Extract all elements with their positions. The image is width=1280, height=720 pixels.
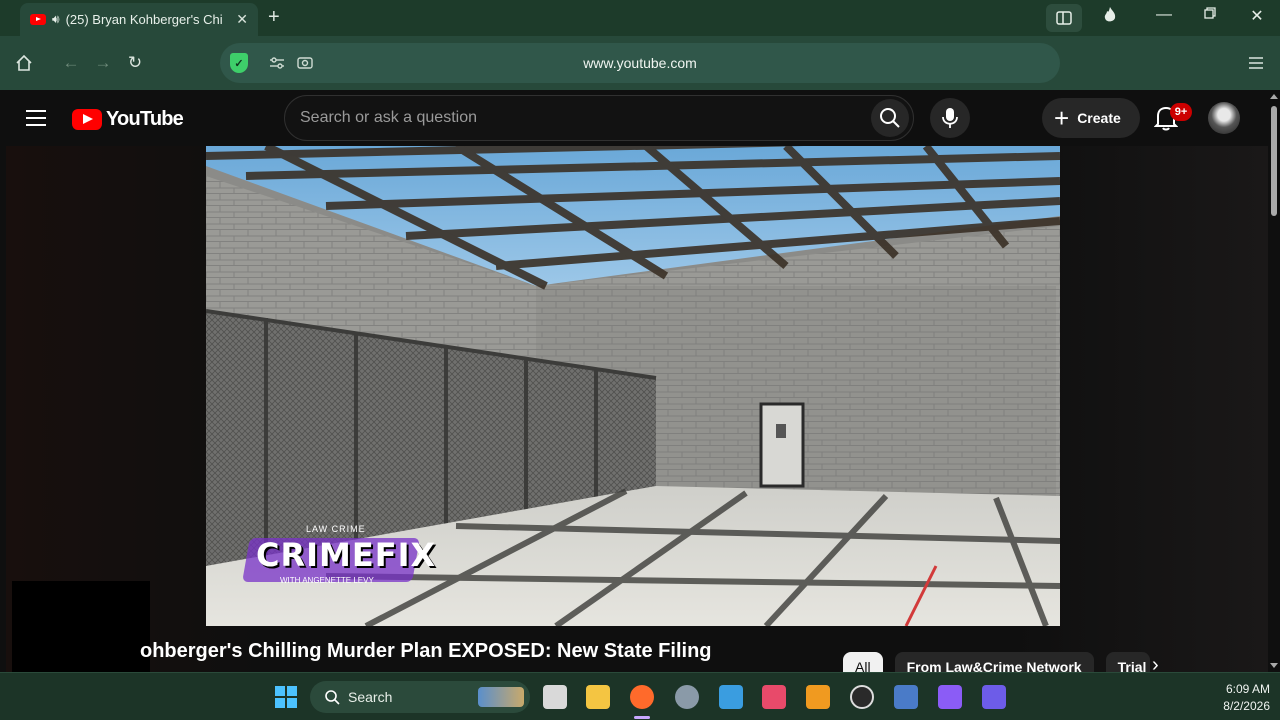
forward-icon[interactable]: → bbox=[92, 52, 114, 74]
close-window-button[interactable]: ✕ bbox=[1245, 6, 1269, 26]
clipchamp-icon[interactable] bbox=[938, 685, 962, 709]
settings-gear-icon[interactable] bbox=[675, 685, 699, 709]
file-explorer-icon[interactable] bbox=[586, 685, 610, 709]
browser-nav-bar: ← → ↻ ✓ www.youtube.com bbox=[0, 36, 1280, 90]
notification-badge: 9+ bbox=[1170, 103, 1192, 121]
fl-studio-icon[interactable] bbox=[806, 685, 830, 709]
flame-icon[interactable] bbox=[1098, 6, 1122, 29]
scroll-down-arrow[interactable] bbox=[1270, 663, 1278, 668]
search-highlight-icon bbox=[478, 687, 524, 707]
watermark-sub: WITH ANGENETTE LEVY bbox=[280, 576, 374, 585]
browser-app-icon[interactable] bbox=[630, 685, 654, 709]
youtube-logo[interactable]: YouTube bbox=[72, 108, 184, 131]
plus-icon: + bbox=[1054, 103, 1070, 133]
calculator-icon[interactable] bbox=[894, 685, 918, 709]
video-player[interactable]: LAW CRIME CRIMEFIX WITH ANGENETTE LEVY bbox=[206, 146, 1060, 626]
obs-icon[interactable] bbox=[850, 685, 874, 709]
minimize-button[interactable]: — bbox=[1152, 6, 1176, 24]
clock-date: 8/2/2026 bbox=[1223, 699, 1270, 713]
search-icon bbox=[880, 108, 900, 128]
system-clock[interactable]: 6:09 AM 8/2/2026 bbox=[1196, 681, 1270, 715]
browser-tab-youtube[interactable]: 🔊︎ (25) Bryan Kohberger's Chi ✕ bbox=[20, 3, 258, 36]
notepad-icon[interactable] bbox=[719, 685, 743, 709]
back-icon[interactable]: ← bbox=[60, 52, 82, 74]
youtube-favicon-icon bbox=[30, 14, 46, 25]
speaker-icon[interactable]: 🔊︎ bbox=[52, 12, 60, 27]
voice-search-button[interactable] bbox=[930, 98, 970, 138]
youtube-play-icon bbox=[72, 109, 102, 130]
channel-watermark: LAW CRIME CRIMEFIX WITH ANGENETTE LEVY bbox=[242, 524, 435, 586]
taskbar-search-label: Search bbox=[348, 689, 393, 705]
address-bar[interactable]: ✓ www.youtube.com bbox=[220, 43, 1060, 83]
watch-page: LAW CRIME CRIMEFIX WITH ANGENETTE LEVY bbox=[6, 146, 1268, 672]
restore-button[interactable] bbox=[1198, 6, 1222, 24]
task-view-icon[interactable] bbox=[543, 685, 567, 709]
search-input[interactable]: Search or ask a question bbox=[300, 109, 477, 127]
search-button[interactable] bbox=[871, 99, 909, 137]
create-button[interactable]: + Create bbox=[1042, 98, 1140, 138]
menu-icon[interactable] bbox=[1245, 52, 1267, 74]
snipping-tool-icon[interactable] bbox=[762, 685, 786, 709]
url-text: www.youtube.com bbox=[583, 55, 697, 71]
windows-taskbar: Search 6:09 AM 8/2/2026 bbox=[0, 672, 1280, 720]
clock-time: 6:09 AM bbox=[1225, 682, 1270, 696]
tab-title: (25) Bryan Kohberger's Chi bbox=[65, 12, 223, 27]
search-box[interactable]: Search or ask a question bbox=[284, 95, 914, 141]
scroll-thumb[interactable] bbox=[1271, 106, 1277, 216]
create-label: Create bbox=[1077, 110, 1121, 126]
youtube-header: YouTube Search or ask a question + Creat… bbox=[6, 90, 1268, 146]
browser-tab-bar: 🔊︎ (25) Bryan Kohberger's Chi ✕ + — ✕ bbox=[0, 0, 1280, 36]
active-app-indicator bbox=[634, 716, 650, 719]
video-title: ohberger's Chilling Murder Plan EXPOSED:… bbox=[140, 640, 712, 662]
close-tab-icon[interactable]: ✕ bbox=[236, 11, 248, 28]
watermark-top: LAW CRIME bbox=[306, 524, 366, 534]
page-scrollbar[interactable] bbox=[1268, 90, 1280, 672]
guide-menu-icon[interactable] bbox=[26, 110, 46, 126]
new-tab-button[interactable]: + bbox=[268, 6, 280, 29]
sidebar-icon bbox=[1056, 11, 1072, 25]
avatar[interactable] bbox=[1208, 102, 1240, 134]
search-icon bbox=[325, 690, 340, 705]
scroll-up-arrow[interactable] bbox=[1270, 94, 1278, 99]
reload-icon[interactable]: ↻ bbox=[124, 52, 146, 74]
windows-start-icon[interactable] bbox=[274, 685, 298, 709]
microphone-icon bbox=[942, 108, 958, 128]
watermark-main: CRIMEFIX bbox=[256, 536, 437, 574]
youtube-logo-text: YouTube bbox=[106, 108, 184, 130]
taskbar-search[interactable]: Search bbox=[310, 681, 530, 713]
app-icon[interactable] bbox=[982, 685, 1006, 709]
home-icon[interactable] bbox=[13, 52, 35, 74]
sidebar-toggle-button[interactable] bbox=[1046, 4, 1082, 32]
